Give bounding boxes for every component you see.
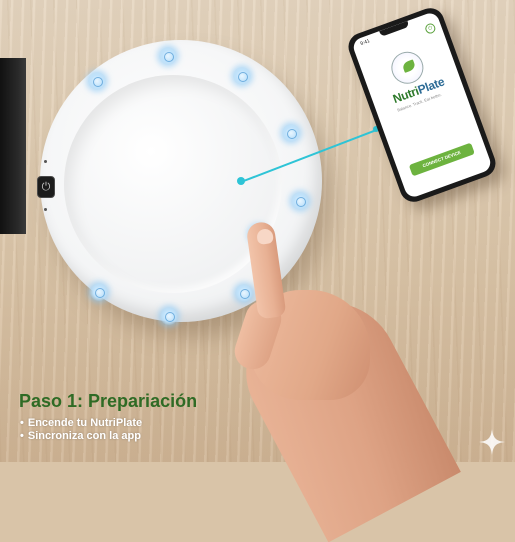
touch-sensor-icon[interactable] [233, 67, 251, 85]
touch-sensor-icon[interactable] [235, 284, 253, 302]
touch-sensor-icon[interactable] [160, 307, 178, 325]
touch-sensor-icon[interactable] [291, 192, 309, 210]
status-led [44, 208, 47, 211]
step-item: Sincroniza con la app [20, 430, 142, 443]
sparkle-icon [479, 429, 505, 455]
touch-sensor-icon[interactable] [159, 47, 177, 65]
touch-sensor-icon[interactable] [90, 283, 108, 301]
connect-device-button[interactable]: CONNECT DEVICE [408, 142, 475, 177]
status-time: 9:41 [359, 38, 371, 48]
status-led [44, 160, 47, 163]
power-button[interactable]: ⏻ [37, 176, 55, 198]
plate-control-panel [0, 58, 26, 234]
power-icon: ⏻ [41, 181, 51, 193]
scene: ⏻ 9:41 ⏻ NutriPlate Balance. Track. Eat … [0, 0, 515, 542]
touch-sensor-icon[interactable] [88, 72, 106, 90]
phone-notch [379, 20, 410, 37]
power-icon[interactable]: ⏻ [423, 22, 437, 35]
touch-sensor-icon[interactable] [282, 124, 300, 142]
connection-point-plate [237, 177, 245, 185]
step-list: Encende tu NutriPlate Sincroniza con la … [20, 417, 142, 443]
plate-inner-well [64, 75, 282, 293]
step-item: Encende tu NutriPlate [20, 417, 142, 430]
step-title: Paso 1: Prepariación [19, 391, 198, 411]
app-title-plate: Plate [415, 74, 447, 97]
